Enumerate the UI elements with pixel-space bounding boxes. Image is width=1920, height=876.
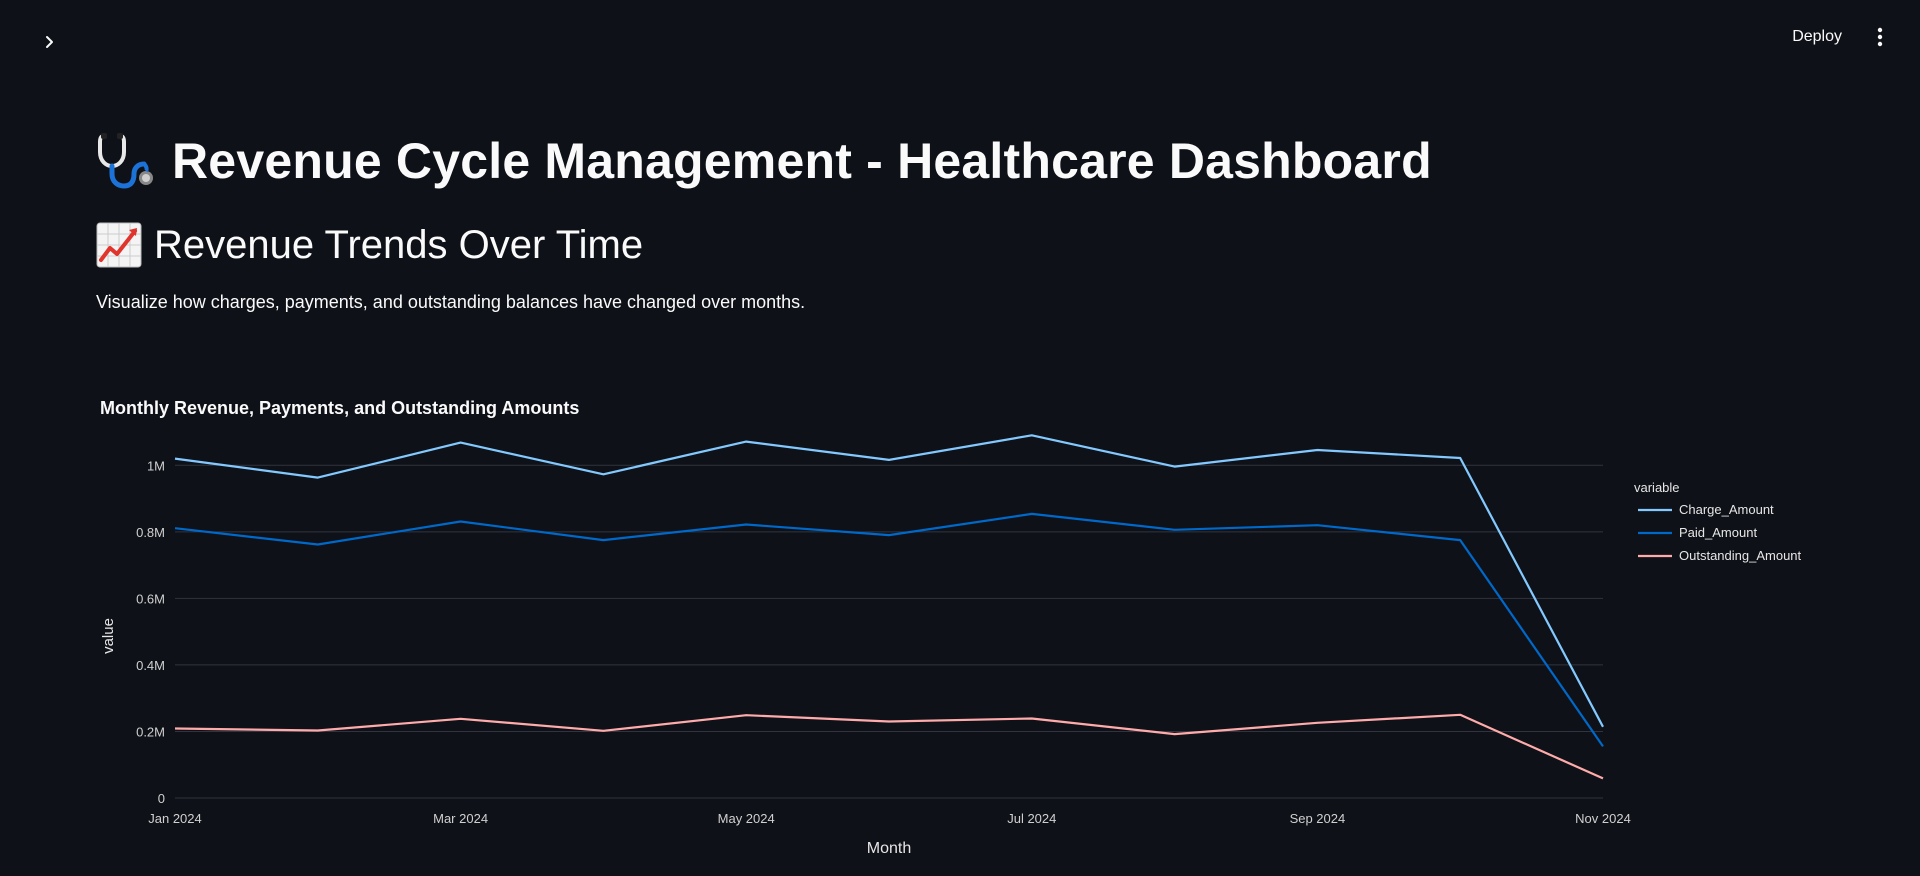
grid-layer bbox=[175, 464, 1603, 799]
legend[interactable]: variable Charge_Amount Paid_Amount Outstand… bbox=[1634, 480, 1802, 563]
series-layer bbox=[174, 434, 1604, 780]
kebab-menu-icon bbox=[1877, 27, 1883, 47]
page-heading: Revenue Cycle Management - Healthcare Da… bbox=[96, 126, 1836, 196]
chevron-right-icon bbox=[46, 36, 53, 48]
main-menu-button[interactable] bbox=[1868, 23, 1892, 51]
legend-item[interactable]: Outstanding_Amount bbox=[1638, 548, 1802, 563]
series-line-outstanding-amount[interactable] bbox=[174, 713, 1604, 780]
x-tick-label: Sep 2024 bbox=[1290, 811, 1346, 826]
x-tick-label: May 2024 bbox=[718, 811, 775, 826]
chart-increasing-icon bbox=[96, 222, 142, 268]
y-tick-label: 0.6M bbox=[136, 591, 165, 606]
legend-label: Paid_Amount bbox=[1679, 525, 1757, 540]
chart-svg[interactable]: 0 0.2M 0.4M 0.6M 0.8M 1M Jan 2024 Mar 2024 May … bbox=[0, 382, 1920, 876]
y-tick-label: 0.8M bbox=[136, 525, 165, 540]
series-line-charge-amount[interactable] bbox=[174, 434, 1604, 728]
x-axis: Jan 2024 Mar 2024 May 2024 Jul 2024 Sep 2024… bbox=[148, 811, 1631, 826]
toolbar: Deploy bbox=[1784, 22, 1892, 52]
section-description: Visualize how charges, payments, and out… bbox=[96, 292, 806, 312]
y-tick-label: 0 bbox=[158, 791, 165, 806]
y-axis: 0 0.2M 0.4M 0.6M 0.8M 1M bbox=[136, 458, 165, 806]
main-content: Revenue Cycle Management - Healthcare Da… bbox=[96, 126, 1836, 313]
legend-item[interactable]: Paid_Amount bbox=[1638, 525, 1757, 540]
x-tick-label: Jul 2024 bbox=[1007, 811, 1056, 826]
page-title: Revenue Cycle Management - Healthcare Da… bbox=[172, 133, 1432, 189]
sidebar-expand-button[interactable] bbox=[36, 28, 64, 56]
x-tick-label: Mar 2024 bbox=[433, 811, 488, 826]
x-tick-label: Jan 2024 bbox=[148, 811, 202, 826]
legend-label: Outstanding_Amount bbox=[1679, 548, 1802, 563]
deploy-button[interactable]: Deploy bbox=[1784, 22, 1850, 52]
y-tick-label: 0.2M bbox=[136, 724, 165, 739]
revenue-chart[interactable]: Monthly Revenue, Payments, and Outstandi… bbox=[0, 382, 1920, 876]
series-line-paid-amount[interactable] bbox=[174, 512, 1604, 748]
chart-title: Monthly Revenue, Payments, and Outstandi… bbox=[100, 398, 580, 418]
section-heading: Revenue Trends Over Time bbox=[96, 218, 1836, 272]
app-root: Deploy Revenue Cycle Management - Health… bbox=[0, 0, 1920, 876]
x-tick-label: Nov 2024 bbox=[1575, 811, 1631, 826]
y-tick-label: 0.4M bbox=[136, 658, 165, 673]
legend-label: Charge_Amount bbox=[1679, 502, 1774, 517]
stethoscope-icon bbox=[98, 133, 153, 189]
section-title: Revenue Trends Over Time bbox=[154, 222, 644, 267]
legend-title: variable bbox=[1634, 480, 1680, 495]
legend-item[interactable]: Charge_Amount bbox=[1638, 502, 1774, 517]
y-tick-label: 1M bbox=[147, 458, 165, 473]
x-axis-title: Month bbox=[867, 840, 911, 857]
y-axis-title: value bbox=[100, 618, 117, 654]
